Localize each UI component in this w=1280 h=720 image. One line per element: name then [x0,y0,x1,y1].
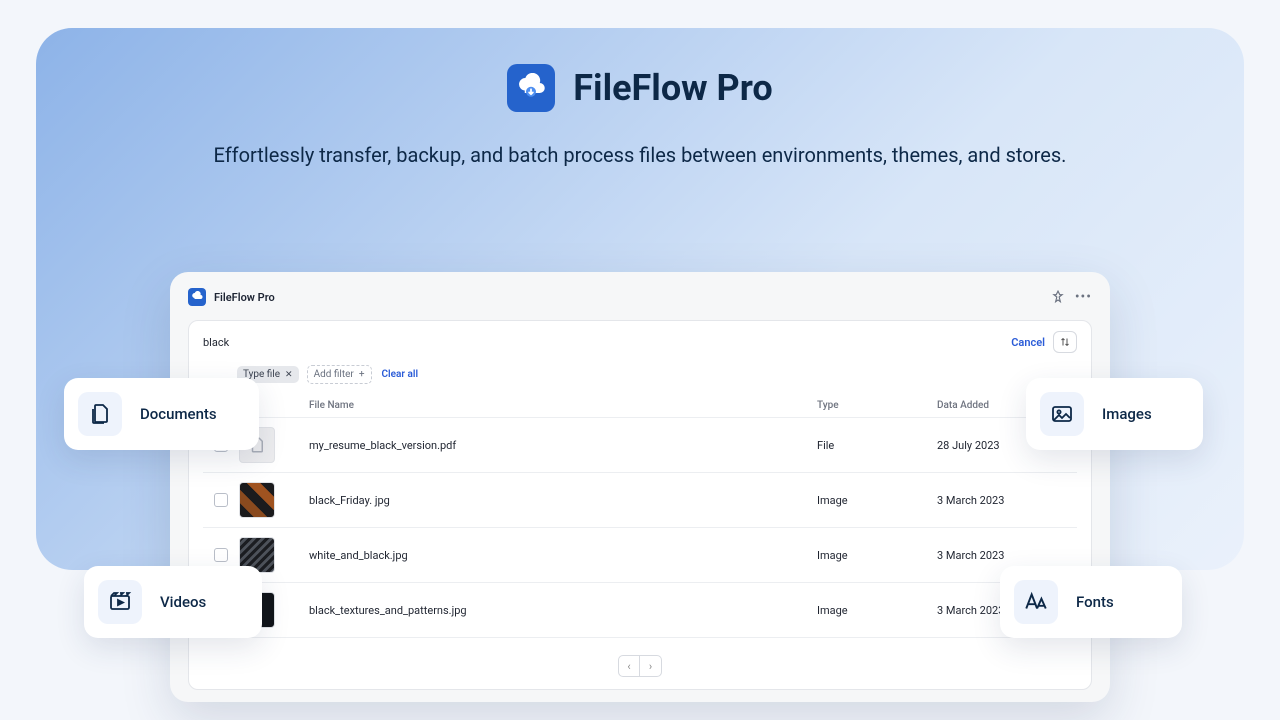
page-prev-button[interactable]: ‹ [618,655,640,677]
close-icon[interactable]: ✕ [285,370,293,380]
feature-label: Images [1102,405,1152,423]
add-filter-button[interactable]: Add filter + [307,365,372,384]
file-name: white_and_black.jpg [309,549,817,562]
table-row[interactable]: black_textures_and_patterns.jpgImage3 Ma… [203,582,1077,637]
feature-label: Fonts [1076,593,1114,611]
app-window: FileFlow Pro ••• black Cancel Type file … [170,272,1110,702]
cancel-button[interactable]: Cancel [1011,336,1045,349]
brand-logo [507,64,555,112]
feature-card-fonts: Fonts [1000,566,1182,638]
column-type[interactable]: Type [817,400,937,411]
file-type: File [817,439,937,452]
fonts-icon [1014,580,1058,624]
column-filename[interactable]: File Name [309,400,817,411]
app-logo-icon [188,288,206,306]
app-title: FileFlow Pro [214,291,275,304]
feature-label: Documents [140,405,217,423]
table-row[interactable]: my_resume_black_version.pdfFile28 July 2… [203,417,1077,472]
file-type: Image [817,604,937,617]
search-input[interactable]: black [203,336,229,349]
files-panel: black Cancel Type file ✕ Add filter + Cl… [188,320,1092,690]
pin-icon[interactable] [1051,290,1065,304]
row-checkbox[interactable] [214,548,228,562]
feature-card-videos: Videos [84,566,262,638]
hero-subtitle: Effortlessly transfer, backup, and batch… [36,140,1244,171]
more-icon[interactable]: ••• [1075,290,1092,304]
row-checkbox[interactable] [214,493,228,507]
file-date: 3 March 2023 [937,549,1077,562]
plus-icon: + [359,369,365,380]
file-name: my_resume_black_version.pdf [309,439,817,452]
feature-card-documents: Documents [64,378,259,450]
feature-card-images: Images [1026,378,1203,450]
images-icon [1040,392,1084,436]
videos-icon [98,580,142,624]
feature-label: Videos [160,593,206,611]
table-header: File Name Type Data Added [203,394,1077,417]
file-date: 3 March 2023 [937,494,1077,507]
file-thumbnail [239,482,275,518]
file-type: Image [817,549,937,562]
file-name: black_Friday. jpg [309,494,817,507]
page-next-button[interactable]: › [640,655,662,677]
table-row[interactable]: white_and_black.jpgImage3 March 2023 [203,527,1077,582]
file-name: black_textures_and_patterns.jpg [309,604,817,617]
table-row[interactable]: black_Friday. jpgImage3 March 2023 [203,472,1077,527]
hero-title: FileFlow Pro [573,67,772,109]
app-titlebar: FileFlow Pro ••• [188,286,1092,308]
pagination: ‹ › [203,647,1077,689]
clear-filters-button[interactable]: Clear all [382,369,419,380]
documents-icon [78,392,122,436]
sort-button[interactable] [1053,331,1077,353]
table-row[interactable]: photo_cityscape_black.jpgImage3 March 20… [203,637,1077,647]
file-type: Image [817,494,937,507]
